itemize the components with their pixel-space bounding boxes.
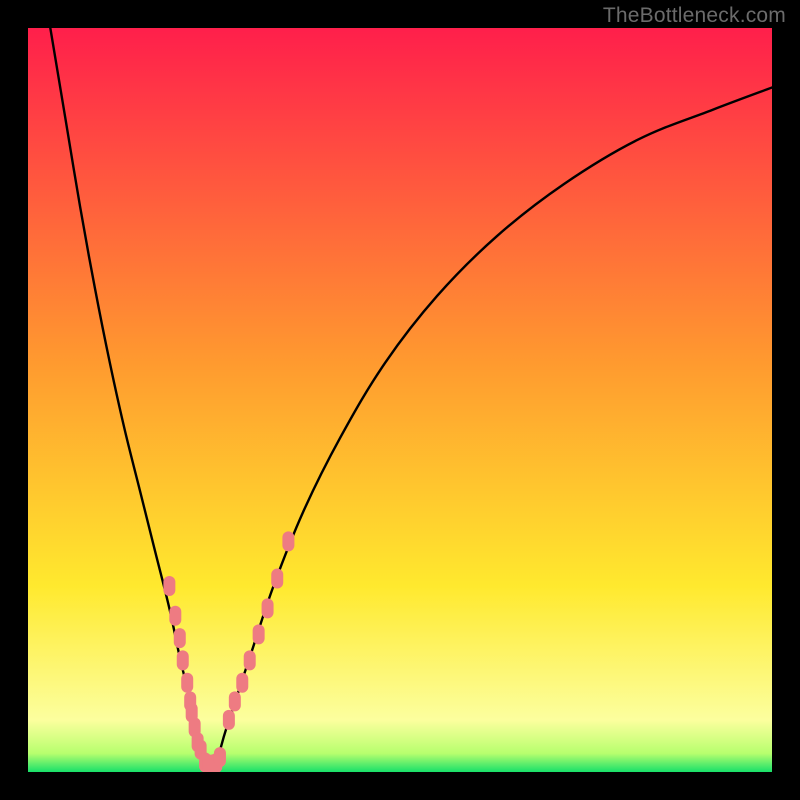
- point-sample-points-right: [271, 569, 283, 589]
- chart-svg: [28, 28, 772, 772]
- point-sample-points-left: [177, 650, 189, 670]
- plot-area: [28, 28, 772, 772]
- point-sample-points-right: [236, 673, 248, 693]
- gradient-background: [28, 28, 772, 772]
- chart-frame: TheBottleneck.com: [0, 0, 800, 800]
- point-sample-points-right: [229, 691, 241, 711]
- point-sample-points-left: [174, 628, 186, 648]
- point-sample-points-bottom: [214, 747, 226, 767]
- point-sample-points-right: [253, 624, 265, 644]
- watermark-text: TheBottleneck.com: [603, 4, 786, 28]
- point-sample-points-right: [223, 710, 235, 730]
- point-sample-points-left: [163, 576, 175, 596]
- point-sample-points-left: [169, 606, 181, 626]
- point-sample-points-right: [244, 650, 256, 670]
- point-sample-points-right: [282, 531, 294, 551]
- point-sample-points-right: [262, 598, 274, 618]
- point-sample-points-left: [181, 673, 193, 693]
